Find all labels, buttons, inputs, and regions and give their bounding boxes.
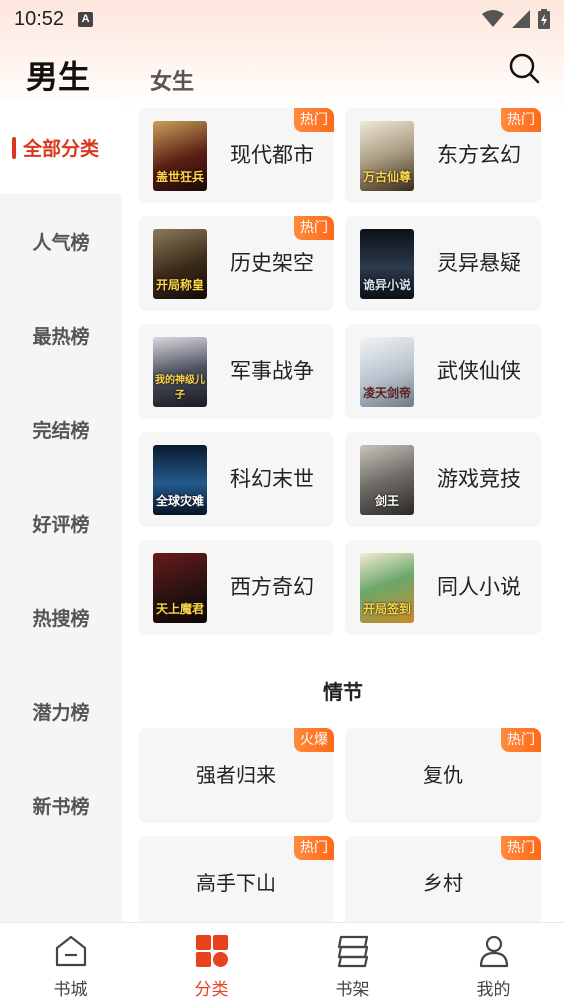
sidebar-item-label: 最热榜 [32, 325, 90, 348]
status-time: 10:52 [14, 7, 65, 30]
cover-title: 我的神级儿子 [155, 375, 205, 401]
plot-card[interactable]: 复仇 热门 [345, 728, 541, 823]
genre-title: 军事战争 [230, 359, 314, 383]
nav-profile[interactable]: 我的 [423, 923, 564, 1004]
hot-badge: 热门 [294, 836, 334, 860]
home-icon [55, 935, 86, 967]
sidebar: 全部分类 人气榜 最热榜 完结榜 好评榜 热搜榜 潜力榜 新书榜 [0, 100, 122, 922]
battery-icon [538, 9, 550, 29]
nav-bookshelf[interactable]: 书架 [282, 923, 423, 1004]
sidebar-item-hottest[interactable]: 最热榜 [0, 288, 122, 382]
sidebar-item-hot-search[interactable]: 热搜榜 [0, 570, 122, 664]
hot-badge: 火爆 [294, 728, 334, 752]
category-icon [195, 935, 228, 967]
book-cover: 全球灾难 [153, 445, 207, 515]
cover-title: 全球灾难 [155, 494, 204, 508]
cover-title: 诡异小说 [362, 278, 411, 292]
cover-title: 万古仙尊 [362, 170, 411, 184]
sidebar-item-popularity[interactable]: 人气榜 [0, 194, 122, 288]
sidebar-item-potential[interactable]: 潜力榜 [0, 664, 122, 758]
hot-badge: 热门 [501, 836, 541, 860]
sidebar-item-label: 全部分类 [22, 137, 99, 160]
genre-card[interactable]: 开局称皇 历史架空 热门 [138, 216, 334, 311]
genre-title: 游戏竞技 [437, 467, 521, 491]
sidebar-item-label: 完结榜 [32, 419, 90, 442]
hot-badge: 热门 [501, 108, 541, 132]
nav-label: 分类 [194, 980, 229, 1000]
cover-title: 开局签到 [362, 602, 411, 616]
sidebar-item-new-books[interactable]: 新书榜 [0, 758, 122, 852]
nav-label: 我的 [476, 980, 511, 1000]
genre-card[interactable]: 开局签到 同人小说 [345, 540, 541, 635]
hot-badge: 热门 [294, 216, 334, 240]
book-cover: 我的神级儿子 [153, 337, 207, 407]
genre-card[interactable]: 全球灾难 科幻末世 [138, 432, 334, 527]
cover-title: 天上魔君 [155, 602, 204, 616]
genre-card[interactable]: 天上魔君 西方奇幻 [138, 540, 334, 635]
hot-badge: 热门 [501, 728, 541, 752]
genre-card[interactable]: 万古仙尊 东方玄幻 热门 [345, 108, 541, 203]
bottom-nav: 书城 分类 书架 我的 [0, 922, 564, 1004]
nav-bookstore[interactable]: 书城 [0, 923, 141, 1004]
genre-card[interactable]: 诡异小说 灵异悬疑 [345, 216, 541, 311]
notification-icon: A [78, 11, 94, 27]
status-bar: 10:52 A [0, 0, 564, 38]
genre-card[interactable]: 我的神级儿子 军事战争 [138, 324, 334, 419]
book-cover: 诡异小说 [360, 229, 414, 299]
status-icons [482, 9, 550, 29]
category-content: 盖世狂兵 现代都市 热门 万古仙尊 东方玄幻 热门 开局称皇 历史架空 热门 诡… [122, 100, 564, 922]
tab-male[interactable]: 男生 [26, 52, 90, 98]
search-icon[interactable] [506, 50, 542, 86]
nav-label: 书城 [53, 980, 88, 1000]
genre-title: 西方奇幻 [230, 575, 314, 599]
hot-badge: 热门 [294, 108, 334, 132]
active-indicator [12, 137, 16, 159]
nav-label: 书架 [335, 980, 370, 1000]
genre-title: 灵异悬疑 [437, 251, 521, 275]
sidebar-item-label: 潜力榜 [32, 701, 90, 724]
sidebar-item-top-rated[interactable]: 好评榜 [0, 476, 122, 570]
section-title-plot: 情节 [323, 680, 363, 704]
cover-title: 凌天剑帝 [362, 386, 411, 400]
book-cover: 剑王 [360, 445, 414, 515]
genre-card[interactable]: 剑王 游戏竞技 [345, 432, 541, 527]
bookshelf-icon [337, 935, 368, 968]
plot-card[interactable]: 强者归来 火爆 [138, 728, 334, 823]
signal-icon [512, 10, 530, 28]
cover-title: 盖世狂兵 [155, 170, 204, 184]
nav-category[interactable]: 分类 [141, 923, 282, 1004]
sidebar-item-completed[interactable]: 完结榜 [0, 382, 122, 476]
plot-card[interactable]: 乡村 热门 [345, 836, 541, 922]
cover-title: 开局称皇 [155, 278, 204, 292]
book-cover: 开局签到 [360, 553, 414, 623]
sidebar-item-label: 好评榜 [32, 513, 90, 536]
book-cover: 天上魔君 [153, 553, 207, 623]
tab-female[interactable]: 女生 [150, 64, 194, 96]
wifi-icon [482, 10, 504, 27]
genre-title: 科幻末世 [230, 467, 314, 491]
header: 男生 女生 [0, 40, 564, 100]
book-cover: 盖世狂兵 [153, 121, 207, 191]
book-cover: 开局称皇 [153, 229, 207, 299]
genre-title: 武侠仙侠 [437, 359, 521, 383]
plot-card[interactable]: 高手下山 热门 [138, 836, 334, 922]
profile-icon [479, 935, 508, 968]
sidebar-item-label: 新书榜 [32, 795, 90, 818]
sidebar-item-label: 人气榜 [32, 231, 90, 254]
book-cover: 万古仙尊 [360, 121, 414, 191]
sidebar-item-label: 热搜榜 [32, 607, 90, 630]
genre-title: 同人小说 [437, 575, 521, 599]
genre-card[interactable]: 盖世狂兵 现代都市 热门 [138, 108, 334, 203]
book-cover: 凌天剑帝 [360, 337, 414, 407]
genre-card[interactable]: 凌天剑帝 武侠仙侠 [345, 324, 541, 419]
sidebar-item-all-categories[interactable]: 全部分类 [0, 100, 122, 194]
cover-title: 剑王 [374, 494, 399, 508]
